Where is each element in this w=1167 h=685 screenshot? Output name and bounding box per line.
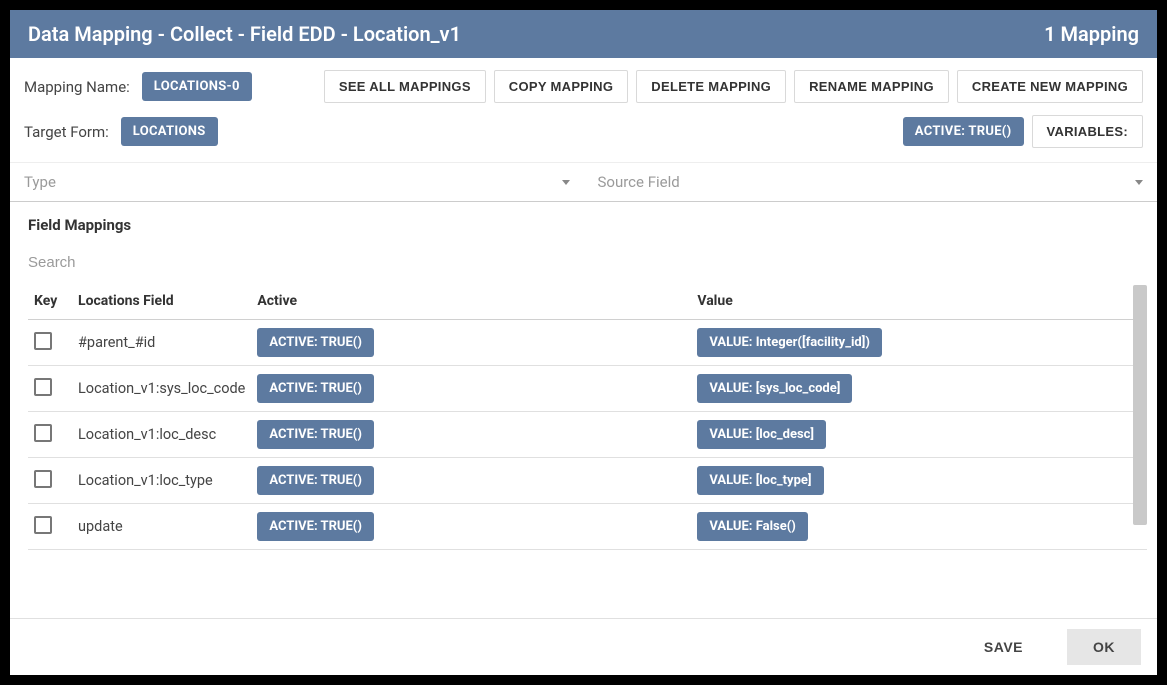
footer: SAVE OK — [10, 618, 1157, 675]
ok-button[interactable]: OK — [1067, 629, 1141, 665]
field-cell: Location_v1:loc_type — [72, 458, 251, 504]
table-row: Location_v1:loc_typeACTIVE: TRUE() VALUE:… — [28, 458, 1147, 504]
value-pill[interactable]: VALUE: [sys_loc_code] — [697, 374, 852, 403]
variables-button[interactable]: VARIABLES: — [1032, 115, 1143, 148]
mapping-count: 1 Mapping — [1044, 22, 1139, 46]
save-button[interactable]: SAVE — [958, 629, 1049, 665]
chevron-down-icon — [562, 180, 570, 185]
col-active: Active — [251, 285, 691, 320]
rename-mapping-button[interactable]: RENAME MAPPING — [794, 70, 949, 103]
mapping-name-label: Mapping Name: — [24, 78, 130, 96]
dialog-title: Data Mapping - Collect - Field EDD - Loc… — [28, 22, 461, 46]
key-checkbox[interactable] — [34, 378, 52, 396]
value-pill[interactable]: VALUE: False() — [697, 512, 807, 541]
mapping-name-chip[interactable]: LOCATIONS-0 — [142, 72, 252, 101]
type-select-placeholder: Type — [24, 173, 56, 191]
field-mappings-table-wrap: Key Locations Field Active Value #parent… — [28, 285, 1147, 618]
source-field-placeholder: Source Field — [598, 173, 680, 191]
active-pill[interactable]: ACTIVE: TRUE() — [257, 328, 374, 357]
active-pill[interactable]: ACTIVE: TRUE() — [257, 466, 374, 495]
copy-mapping-button[interactable]: COPY MAPPING — [494, 70, 629, 103]
active-chip[interactable]: ACTIVE: TRUE() — [903, 117, 1024, 146]
value-pill[interactable]: VALUE: [loc_desc] — [697, 420, 826, 449]
field-mappings-table: Key Locations Field Active Value #parent… — [28, 285, 1147, 550]
field-mappings-title: Field Mappings — [10, 202, 1157, 244]
col-key: Key — [28, 285, 72, 320]
chevron-down-icon — [1135, 180, 1143, 185]
field-cell: Location_v1:loc_desc — [72, 412, 251, 458]
target-form-chip[interactable]: LOCATIONS — [121, 117, 218, 146]
field-cell: Location_v1:sys_loc_code — [72, 366, 251, 412]
active-pill[interactable]: ACTIVE: TRUE() — [257, 512, 374, 541]
key-checkbox[interactable] — [34, 516, 52, 534]
active-pill[interactable]: ACTIVE: TRUE() — [257, 374, 374, 403]
toolbar-row-2: Target Form: LOCATIONS ACTIVE: TRUE() VA… — [10, 109, 1157, 162]
see-all-mappings-button[interactable]: SEE ALL MAPPINGS — [324, 70, 486, 103]
value-pill[interactable]: VALUE: [loc_type] — [697, 466, 823, 495]
titlebar: Data Mapping - Collect - Field EDD - Loc… — [10, 10, 1157, 58]
create-new-mapping-button[interactable]: CREATE NEW MAPPING — [957, 70, 1143, 103]
value-pill[interactable]: VALUE: Integer([facility_id]) — [697, 328, 882, 357]
table-row: updateACTIVE: TRUE() VALUE: False() — [28, 504, 1147, 550]
key-checkbox[interactable] — [34, 424, 52, 442]
dialog-window: Data Mapping - Collect - Field EDD - Loc… — [10, 10, 1157, 675]
delete-mapping-button[interactable]: DELETE MAPPING — [636, 70, 786, 103]
table-row: Location_v1:loc_descACTIVE: TRUE() VALUE:… — [28, 412, 1147, 458]
col-value: Value — [691, 285, 1147, 320]
select-row: Type Source Field — [10, 162, 1157, 202]
type-select[interactable]: Type — [10, 163, 584, 201]
scrollbar[interactable] — [1133, 285, 1147, 525]
target-form-label: Target Form: — [24, 123, 109, 141]
field-cell: update — [72, 504, 251, 550]
key-checkbox[interactable] — [34, 332, 52, 350]
table-row: #parent_#idACTIVE: TRUE() VALUE: Integer(… — [28, 320, 1147, 366]
toolbar-row-1: Mapping Name: LOCATIONS-0 SEE ALL MAPPIN… — [10, 58, 1157, 109]
field-cell: #parent_#id — [72, 320, 251, 366]
key-checkbox[interactable] — [34, 470, 52, 488]
source-field-select[interactable]: Source Field — [584, 163, 1158, 201]
search-input[interactable] — [28, 248, 1139, 277]
table-row: Location_v1:sys_loc_codeACTIVE: TRUE() VA… — [28, 366, 1147, 412]
col-field: Locations Field — [72, 285, 251, 320]
active-pill[interactable]: ACTIVE: TRUE() — [257, 420, 374, 449]
